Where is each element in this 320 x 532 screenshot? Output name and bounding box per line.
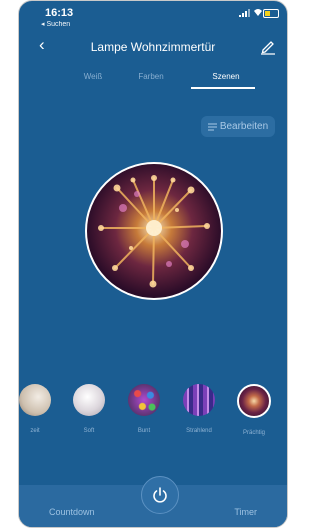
scene-thumbnail-icon (237, 384, 271, 418)
tab-bar: Weiß Farben Szenen (19, 65, 287, 91)
scene-thumbnail-icon (128, 384, 160, 416)
scene-thumbnail-icon (73, 384, 105, 416)
scene-thumbnail-icon (19, 384, 51, 416)
back-to-app-link[interactable]: ◂ Suchen (41, 20, 70, 28)
page-title: Lampe Wohnzimmertür (90, 40, 216, 54)
status-bar: 16:13 ◂ Suchen (19, 1, 287, 31)
countdown-button[interactable]: Countdown (49, 507, 95, 517)
tab-szenen[interactable]: Szenen (206, 72, 246, 81)
scene-label: Prächtig (242, 430, 265, 436)
edit-scenes-label: Bearbeiten (219, 121, 269, 132)
scene-label: Bunt (137, 428, 151, 434)
signal-icon (239, 9, 250, 17)
power-button[interactable] (141, 476, 179, 514)
fireworks-image (98, 175, 210, 288)
scene-item-bunt[interactable]: Bunt (124, 384, 164, 434)
list-edit-icon (207, 123, 217, 130)
status-time: 16:13 (45, 7, 74, 19)
nav-bar: ‹ Lampe Wohnzimmertür (19, 31, 287, 61)
phone-screen: 16:13 ◂ Suchen ‹ Lampe Wohnzimmertür Wei… (18, 0, 288, 528)
wifi-icon (253, 8, 263, 18)
tab-farben[interactable]: Farben (133, 72, 169, 81)
battery-icon (263, 9, 279, 18)
scene-thumbnail-icon (183, 384, 215, 416)
tab-active-indicator (191, 87, 255, 89)
edit-scenes-button[interactable]: Bearbeiten (201, 116, 275, 137)
timer-button[interactable]: Timer (234, 507, 257, 517)
edit-pencil-icon[interactable] (259, 37, 277, 55)
scene-item-praechtig[interactable]: Prächtig (234, 384, 274, 436)
scene-item-strahlend[interactable]: Strahlend (179, 384, 219, 434)
scene-label: Strahlend (186, 428, 212, 434)
scene-label: zeit (30, 428, 40, 434)
tab-weiss[interactable]: Weiß (79, 72, 107, 81)
scene-carousel: zeit Soft Bunt Strahlend Prächtig (19, 384, 287, 444)
current-scene-image (85, 162, 223, 300)
scene-item-soft[interactable]: Soft (69, 384, 109, 434)
bottom-bar: Countdown Timer (19, 476, 287, 527)
scene-item-zeit[interactable]: zeit (19, 384, 55, 434)
scene-label: Soft (83, 428, 95, 434)
power-icon (153, 487, 167, 503)
